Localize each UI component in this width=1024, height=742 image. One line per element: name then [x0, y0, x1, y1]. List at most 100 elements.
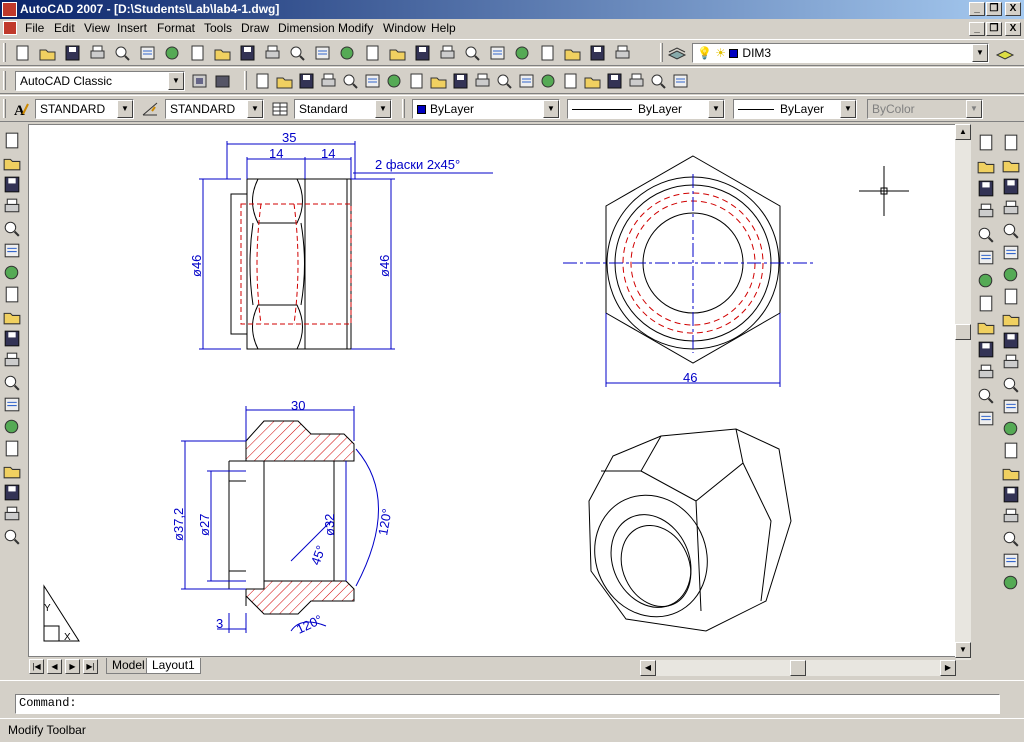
pan-icon[interactable]: [362, 43, 383, 63]
zoom-window-icon[interactable]: [412, 43, 433, 63]
last-tab-icon[interactable]: ▶|: [83, 659, 98, 674]
spline-icon[interactable]: [1, 306, 23, 327]
menu-window[interactable]: Window: [383, 21, 426, 35]
next-tab-icon[interactable]: ▶: [65, 659, 80, 674]
camera-icon[interactable]: [975, 385, 997, 406]
copy-icon[interactable]: [212, 43, 233, 63]
markup-icon[interactable]: [562, 43, 583, 63]
workspace-settings-icon[interactable]: [189, 71, 210, 91]
send-back-icon[interactable]: [1000, 550, 1022, 571]
offset-icon[interactable]: [1000, 198, 1022, 219]
menu-dimension[interactable]: Dimension: [278, 21, 335, 35]
union-icon[interactable]: [582, 71, 603, 91]
explode-icon[interactable]: [1000, 484, 1022, 505]
chevron-down-icon[interactable]: ▼: [708, 100, 724, 118]
sheet-set-icon[interactable]: [537, 43, 558, 63]
polyline-icon[interactable]: [1, 174, 23, 195]
cut-icon[interactable]: [187, 43, 208, 63]
break-icon[interactable]: [1000, 396, 1022, 417]
insert-block-icon[interactable]: [1, 372, 23, 393]
table-icon[interactable]: [1, 504, 23, 525]
trim-icon[interactable]: [1000, 330, 1022, 351]
erase-icon[interactable]: [1000, 132, 1022, 153]
minimize-button[interactable]: _: [969, 2, 985, 16]
revision-cloud-icon[interactable]: [1, 284, 23, 305]
menu-view[interactable]: View: [84, 21, 110, 35]
scroll-right-icon[interactable]: ▶: [940, 660, 956, 676]
menu-help[interactable]: Help: [431, 21, 456, 35]
make-object-layer-current-icon[interactable]: [994, 43, 1015, 63]
tool-palettes-icon[interactable]: [512, 43, 533, 63]
doc-minimize-button[interactable]: _: [969, 22, 985, 36]
extend-icon[interactable]: [1000, 352, 1022, 373]
bottom-view-icon[interactable]: [975, 178, 997, 199]
command-line-input[interactable]: Command:: [15, 694, 1000, 714]
zoom-previous-icon[interactable]: [437, 43, 458, 63]
linetype-combo[interactable]: ByLayer ▼: [567, 99, 725, 119]
plot-icon[interactable]: [87, 43, 108, 63]
dimension-style-combo[interactable]: STANDARD ▼: [165, 99, 264, 119]
copy-object-icon[interactable]: [1000, 154, 1022, 175]
box-icon[interactable]: [274, 71, 295, 91]
rotate-icon[interactable]: [1000, 264, 1022, 285]
help-icon[interactable]: [612, 43, 633, 63]
chevron-down-icon[interactable]: ▼: [840, 100, 856, 118]
undo-icon[interactable]: [312, 43, 333, 63]
drawing-canvas[interactable]: 35 14 14 2 фаски 2х45° ø46 ø46 46 30 ø37…: [28, 124, 956, 657]
text-style-icon[interactable]: A: [10, 99, 31, 119]
polygon-icon[interactable]: [1, 196, 23, 217]
arc-icon[interactable]: [1, 240, 23, 261]
subtract-icon[interactable]: [604, 71, 625, 91]
chamfer-icon[interactable]: [1000, 440, 1022, 461]
move-icon[interactable]: [1000, 242, 1022, 263]
left-view-icon[interactable]: [975, 201, 997, 222]
break-at-point-icon[interactable]: [1000, 374, 1022, 395]
wedge-icon[interactable]: [296, 71, 317, 91]
pyramid-icon[interactable]: [406, 71, 427, 91]
above-objects-icon[interactable]: [1000, 572, 1022, 593]
layer-combo[interactable]: 💡 ☀ DIM3 ▼: [692, 43, 989, 63]
horizontal-scrollbar[interactable]: ◀ ▶: [640, 660, 956, 676]
cone-icon[interactable]: [318, 71, 339, 91]
chevron-down-icon[interactable]: ▼: [972, 44, 988, 62]
top-view-icon[interactable]: [975, 155, 997, 176]
text-style-combo[interactable]: STANDARD ▼: [35, 99, 134, 119]
chevron-down-icon[interactable]: ▼: [168, 72, 184, 90]
dimension-style-icon[interactable]: [140, 99, 161, 119]
autocad-logo-icon[interactable]: [2, 2, 17, 17]
3d-move-icon[interactable]: [648, 71, 669, 91]
ellipse-arc-icon[interactable]: [1, 350, 23, 371]
intersect-icon[interactable]: [626, 71, 647, 91]
menu-edit[interactable]: Edit: [54, 21, 75, 35]
menu-insert[interactable]: Insert: [117, 21, 147, 35]
extrude-icon[interactable]: [472, 71, 493, 91]
plot-preview-icon[interactable]: [112, 43, 133, 63]
menu-format[interactable]: Format: [157, 21, 195, 35]
line-icon[interactable]: [1, 130, 23, 151]
join-icon[interactable]: [1000, 418, 1022, 439]
revolve-icon[interactable]: [538, 71, 559, 91]
ellipse-icon[interactable]: [1, 328, 23, 349]
chevron-down-icon[interactable]: ▼: [375, 100, 391, 118]
menu-tools[interactable]: Tools: [204, 21, 232, 35]
workspace-combo[interactable]: AutoCAD Classic ▼: [15, 71, 185, 91]
array-icon[interactable]: [1000, 220, 1022, 241]
toolbar-grip[interactable]: [244, 71, 247, 90]
sw-iso-icon[interactable]: [975, 293, 997, 314]
menu-modify[interactable]: Modify: [338, 21, 373, 35]
loft-icon[interactable]: [560, 71, 581, 91]
menu-draw[interactable]: Draw: [241, 21, 269, 35]
color-combo[interactable]: ByLayer ▼: [412, 99, 560, 119]
fillet-icon[interactable]: [1000, 462, 1022, 483]
redo-icon[interactable]: [337, 43, 358, 63]
right-view-icon[interactable]: [975, 224, 997, 245]
multiline-text-icon[interactable]: [1, 526, 23, 547]
3d-orbit-icon[interactable]: [975, 132, 997, 153]
toolbar-grip[interactable]: [3, 43, 6, 62]
3d-rotate-icon[interactable]: [670, 71, 691, 91]
vertical-scrollbar[interactable]: ▲ ▼: [955, 124, 971, 660]
tab-layout1[interactable]: Layout1: [146, 658, 201, 674]
tab-model[interactable]: Model: [106, 658, 151, 674]
doc-close-button[interactable]: X: [1005, 22, 1021, 36]
first-tab-icon[interactable]: |◀: [29, 659, 44, 674]
